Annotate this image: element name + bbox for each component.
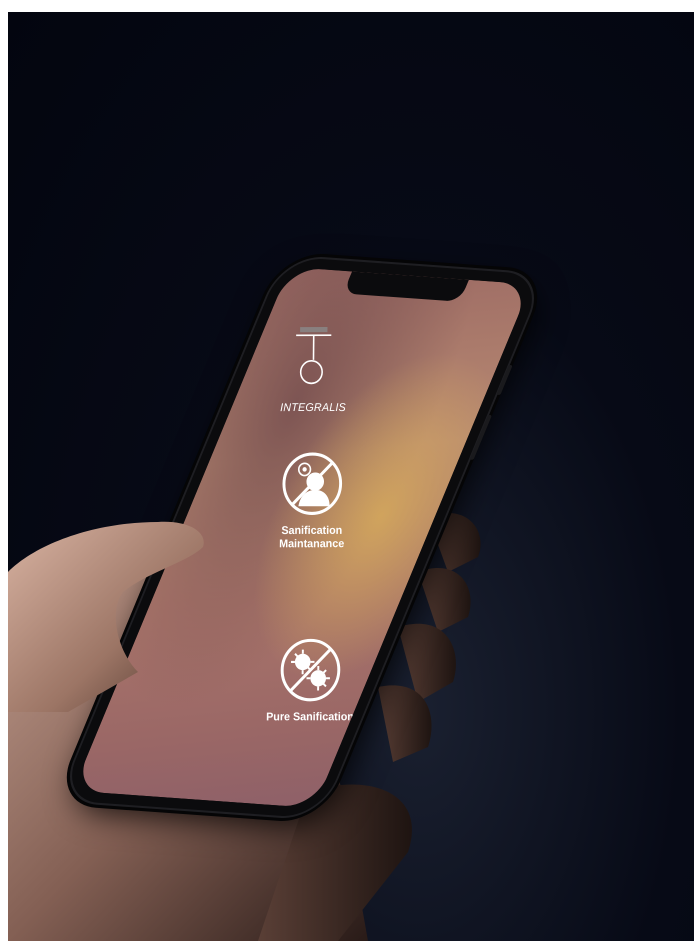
mode-label-line1: Sanification bbox=[281, 524, 343, 538]
mode-sanification-maintanance[interactable]: Sanification Maintanance bbox=[253, 451, 371, 552]
ceiling-lamp-icon bbox=[292, 325, 336, 397]
device-name: INTEGRALIS bbox=[280, 401, 346, 415]
no-person-virus-icon bbox=[282, 452, 343, 515]
mode-pure-sanification[interactable]: Pure Sanification bbox=[251, 637, 369, 724]
photo-scene: INTEGRALIS Sanification Maintanance Pure… bbox=[8, 12, 694, 941]
no-virus-icon bbox=[280, 638, 341, 702]
mode-label-line2: Maintanance bbox=[279, 537, 345, 551]
